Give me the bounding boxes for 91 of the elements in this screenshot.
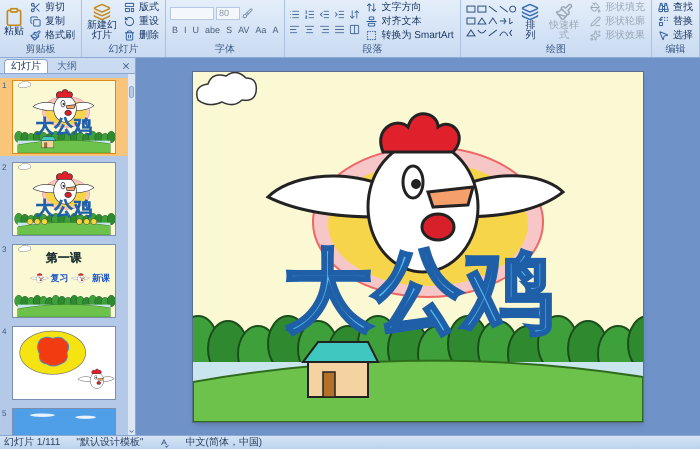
slide-thumbnail[interactable] [12,326,116,400]
font-style-button[interactable]: Aa [253,24,268,36]
copy-icon [30,16,41,27]
language-label: 中文(简体，中国) [185,438,262,448]
smartart-icon [366,30,378,41]
font-style-button[interactable]: A [270,24,280,36]
speech-bubble-drawing [19,330,86,375]
ribbon-button[interactable]: 选择 [656,28,695,42]
slide-text: 复习 [50,273,69,283]
replace-icon [658,16,669,27]
ribbon-button[interactable]: 删除 [122,28,161,42]
decrease-indent-icon[interactable] [319,8,330,20]
align-text-icon [366,16,378,27]
ribbon-button[interactable]: 对齐文本 [364,14,456,28]
ribbon-button[interactable]: 版式 [122,0,161,14]
paintbrush-icon [555,2,574,20]
paintbrush-icon [30,30,41,41]
slide-number: 5 [2,408,8,420]
binoculars-icon [658,2,669,13]
font-style-button[interactable]: abe [203,24,222,36]
sparkles-icon [590,30,601,41]
layout-icon [124,2,135,13]
columns-icon[interactable] [349,24,360,34]
shapes-gallery-icon[interactable] [464,4,516,40]
align-left-icon[interactable] [289,24,300,34]
slide-number: 4 [2,326,8,338]
close-icon[interactable] [121,61,131,71]
ribbon-button[interactable]: 替换 [656,14,695,28]
group-label: 剪贴板 [24,43,56,57]
scrollbar[interactable] [128,74,135,435]
rooster-drawing [78,368,114,389]
scissors-icon [30,2,41,13]
slide-count: 幻灯片 1/111 [4,438,60,448]
slide-number: 3 [2,244,8,256]
group-label: 绘图 [544,43,567,57]
arrange-button[interactable]: 排列 [520,2,540,40]
ribbon-button[interactable]: 复制 [28,14,77,28]
chicks-drawing [26,218,97,225]
slide-thumbnail[interactable]: 第一课 复习 新课 [12,244,116,318]
align-right-icon[interactable] [319,24,330,34]
justify-icon[interactable] [334,24,346,34]
slide-text: 新课 [92,273,110,283]
font-style-button[interactable]: U [190,24,202,36]
font-name-field[interactable] [170,6,214,20]
ribbon-button[interactable]: 文字方向 [364,0,456,14]
ribbon-button[interactable]: 剪切 [28,0,77,14]
clear-format-icon[interactable] [242,8,253,18]
group-label: 字体 [214,43,236,57]
align-center-icon[interactable] [304,24,316,34]
cloud-drawing [18,81,31,88]
paint-bucket-icon [590,2,601,13]
new-slide-button[interactable]: 新建幻灯片 [86,2,118,40]
slide-stack-icon [93,2,111,20]
delete-icon [124,30,135,41]
template-name: "默认设计模板" [76,438,144,448]
clipboard-icon [4,6,24,26]
group-label: 幻灯片 [108,43,140,57]
bullet-list-icon[interactable] [289,8,300,20]
reset-icon [124,16,135,27]
scroll-thumb[interactable] [129,86,134,98]
ribbon-button[interactable]: 转换为 SmartArt [364,28,456,42]
scroll-down-icon[interactable] [128,428,135,435]
rooster-drawing [71,273,90,284]
group-label: 编辑 [664,43,686,57]
ribbon-button[interactable]: 格式刷 [28,28,77,42]
font-style-button[interactable]: S [224,24,234,36]
group-label: 段落 [362,43,384,57]
cloud-drawing [196,72,258,105]
paste-button[interactable]: 粘贴 [4,6,24,36]
panel-tab[interactable]: 大纲 [50,59,84,73]
font-style-button[interactable]: I [182,24,189,36]
slide-number: 1 [2,80,8,92]
slide-title: 第一课 [46,252,82,264]
panel-tab[interactable]: 幻灯片 [4,59,48,73]
ribbon-button[interactable]: 重设 [122,14,161,28]
rooster-drawing [30,273,49,284]
font-style-button[interactable]: B [170,24,180,36]
text-direction-icon [366,2,378,13]
cloud-drawing [18,163,31,170]
pointer-icon [658,30,669,41]
spell-check-icon[interactable] [159,438,170,448]
font-style-button[interactable]: AV [236,24,252,36]
house-drawing [40,136,56,148]
ribbon-button[interactable]: 查找 [656,0,695,14]
numbered-list-icon[interactable] [304,8,316,20]
cloud-drawing [18,245,31,252]
pen-icon [590,16,601,27]
arrange-icon [521,2,540,20]
slide-number: 2 [2,162,8,174]
increase-indent-icon[interactable] [334,8,346,20]
line-spacing-icon[interactable] [349,8,360,20]
